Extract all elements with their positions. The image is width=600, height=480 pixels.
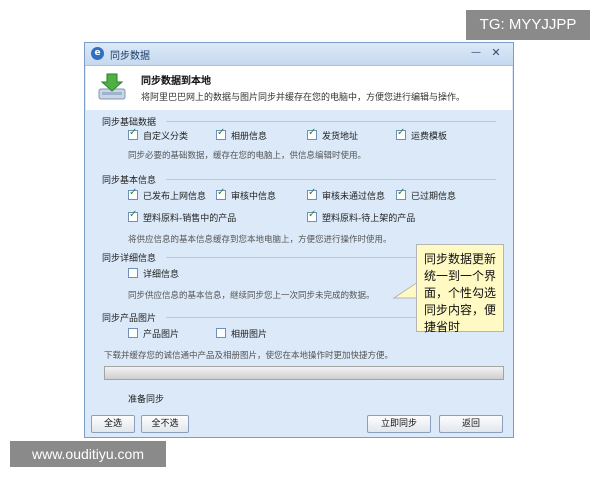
divider: [166, 179, 496, 180]
section-detail-description: 同步供应信息的基本信息，继续同步您上一次同步未完成的数据。: [128, 291, 375, 301]
checkbox-under-review[interactable]: 审核中信息: [216, 187, 276, 202]
section-detail-label: 同步详细信息: [102, 254, 157, 264]
minimize-button[interactable]: —: [469, 46, 483, 60]
select-none-button[interactable]: 全不选: [141, 415, 189, 433]
checkbox-icon: [396, 187, 406, 200]
header-title: 同步数据到本地: [141, 76, 211, 87]
checkbox-album-images[interactable]: 相册图片: [216, 327, 267, 340]
window-title: 同步数据: [110, 51, 150, 62]
section-info-label: 同步基本信息: [102, 176, 157, 186]
checkbox-icon: [307, 209, 317, 222]
checkbox-icon: [128, 268, 138, 278]
checkbox-product-images[interactable]: 产品图片: [128, 327, 179, 340]
watermark-top: TG: MYYJJPP: [466, 10, 590, 40]
checkbox-shipping-address[interactable]: 发货地址: [307, 127, 358, 142]
download-to-computer-icon: [98, 73, 126, 100]
checkbox-icon: [128, 187, 138, 200]
status-text: 准备同步: [128, 395, 165, 405]
checkbox-products-on-sale[interactable]: 塑料原料-销售中的产品: [128, 209, 236, 224]
checkbox-icon: [216, 328, 226, 338]
checkbox-custom-category[interactable]: 自定义分类: [128, 127, 188, 142]
sync-progress-bar: [104, 366, 504, 380]
title-bar: e 同步数据 — ✕: [85, 43, 513, 66]
checkbox-freight-template[interactable]: 运费模板: [396, 127, 447, 142]
sync-dialog: e 同步数据 — ✕ 同步数据到本地 将阿里巴巴网上的数据与图片同步并缓存在您的…: [84, 42, 514, 438]
section-images-label: 同步产品图片: [102, 314, 157, 324]
annotation-callout: 同步数据更新统一到一个界面，个性勾选同步内容，便捷省时: [416, 244, 504, 334]
watermark-bottom: www.ouditiyu.com: [10, 441, 166, 467]
section-basic-description: 同步必要的基础数据，缓存在您的电脑上，供信息编辑时使用。: [128, 151, 367, 161]
section-info-description: 将供应信息的基本信息缓存到您本地电脑上，方便您进行操作时使用。: [128, 235, 392, 245]
checkbox-published[interactable]: 已发布上网信息: [128, 187, 206, 202]
checkbox-icon: [216, 187, 226, 200]
close-button[interactable]: ✕: [489, 46, 503, 60]
back-button[interactable]: 返回: [439, 415, 503, 433]
app-icon: e: [91, 47, 104, 60]
header-description: 将阿里巴巴网上的数据与图片同步并缓存在您的电脑中，方便您进行编辑与操作。: [141, 93, 466, 103]
checkbox-icon: [128, 328, 138, 338]
checkbox-album-info[interactable]: 相册信息: [216, 127, 267, 142]
checkbox-icon: [128, 127, 138, 140]
checkbox-products-pending[interactable]: 塑料原料-待上架的产品: [307, 209, 415, 224]
divider: [166, 257, 416, 258]
divider: [166, 317, 416, 318]
sync-now-button[interactable]: 立即同步: [367, 415, 431, 433]
select-all-button[interactable]: 全选: [91, 415, 135, 433]
checkbox-review-failed[interactable]: 审核未通过信息: [307, 187, 385, 202]
dialog-header: 同步数据到本地 将阿里巴巴网上的数据与图片同步并缓存在您的电脑中，方便您进行编辑…: [86, 66, 512, 110]
section-images-description: 下载并缓存您的诚信通中产品及相册图片，使您在本地操作时更加快捷方便。: [104, 351, 394, 361]
divider: [166, 121, 496, 122]
checkbox-expired[interactable]: 已过期信息: [396, 187, 456, 202]
checkbox-icon: [307, 187, 317, 200]
checkbox-icon: [307, 127, 317, 140]
checkbox-icon: [216, 127, 226, 140]
checkbox-icon: [128, 209, 138, 222]
checkbox-detail-info[interactable]: 详细信息: [128, 267, 179, 280]
checkbox-icon: [396, 127, 406, 140]
